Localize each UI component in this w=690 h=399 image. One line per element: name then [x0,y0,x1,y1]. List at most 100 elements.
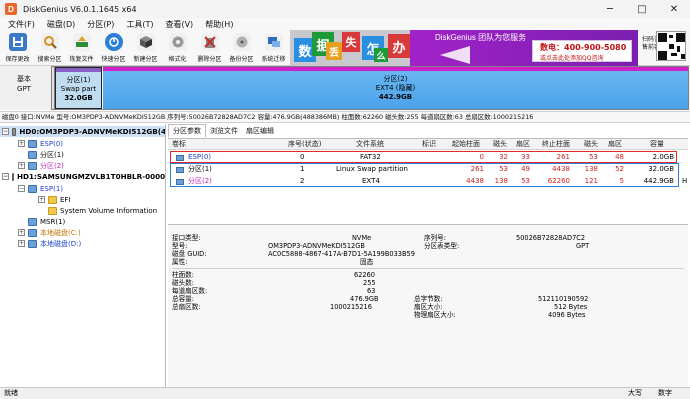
expand-icon[interactable]: + [18,140,25,147]
menu-bar: 文件(F) 磁盘(D) 分区(P) 工具(T) 查看(V) 帮助(H) [0,18,690,30]
quick-partition-button[interactable]: 快速分区 [98,31,129,65]
guid-value: AC0C5888-4867-417A-B7D1-5A199B033B59 [268,250,415,258]
menu-disk[interactable]: 磁盘(D) [47,19,75,30]
delete-partition-button[interactable]: 删除分区 [194,31,225,65]
model-value: OM3PDP3-ADNVMeKDI512GB [268,242,365,250]
partition-table: 卷标 序号(状态) 文件系统 标识 起始柱面 磁头 扇区 终止柱面 磁头 扇区 … [168,138,688,222]
tab-browse-files[interactable]: 浏览文件 [206,125,242,137]
tree-drive-d[interactable]: + 本地磁盘(D:) [18,238,81,249]
col-start-cyl[interactable]: 起始柱面 [452,139,480,150]
menu-file[interactable]: 文件(F) [8,19,35,30]
expand-icon[interactable]: + [38,196,45,203]
banner-tile: 办 [388,34,410,58]
table-header: 卷标 序号(状态) 文件系统 标识 起始柱面 磁头 扇区 终止柱面 磁头 扇区 … [168,139,688,150]
menu-tools[interactable]: 工具(T) [126,19,153,30]
details-divider [172,268,684,269]
title-bar: D DiskGenius V6.0.1.1645 x64 ─ □ ✕ [0,0,690,18]
folder-icon [48,195,57,204]
collapse-icon[interactable]: − [2,173,9,180]
tree-drive-c-label: 本地磁盘(C:) [40,228,81,237]
delete-icon [200,33,219,51]
col-flag[interactable]: 标识 [422,139,436,150]
menu-help[interactable]: 帮助(H) [205,19,233,30]
backup-partition-button[interactable]: 备份分区 [226,31,257,65]
system-migration-button[interactable]: 系统迁移 [258,31,289,65]
tree-svi-folder[interactable]: System Volume Information [48,205,157,216]
tree-esp1[interactable]: − ESP(1) [18,183,63,194]
ad-banner[interactable]: 数 据 丢 失 怎 么 办 DiskGenius 团队为您服务 数电：400-9… [290,30,638,66]
search-partition-label: 搜索分区 [37,56,62,63]
system-migration-label: 系统迁移 [261,56,286,63]
expand-icon[interactable]: + [18,162,25,169]
total-sectors-value: 1000215216 [330,303,372,311]
new-partition-label: 新建分区 [133,56,158,63]
tree-efi-folder[interactable]: + EFI [38,194,71,205]
save-icon [8,33,27,51]
banner-qq-link[interactable]: 或点击此处添加QQ咨询 [540,53,603,62]
backup-icon [232,33,251,51]
recover-icon [72,33,91,51]
format-button[interactable]: 格式化 [162,31,193,65]
save-changes-label: 保存更改 [5,56,30,63]
search-partition-button[interactable]: 搜索分区 [34,31,65,65]
col-label[interactable]: 卷标 [172,139,186,150]
banner-tile: 失 [342,32,360,52]
swap-name: 分区(1) [66,76,91,84]
collapse-icon[interactable]: − [2,128,9,135]
maximize-button[interactable]: □ [626,0,658,18]
backup-partition-label: 备份分区 [229,56,254,63]
ext4-name: 分区(2) [383,75,408,83]
col-end-sec[interactable]: 扇区 [608,139,622,150]
tree-part1[interactable]: 分区(1) [28,149,64,160]
banner-tile: 么 [374,48,388,62]
menu-view[interactable]: 查看(V) [165,19,193,30]
tree-drive-c[interactable]: + 本地磁盘(C:) [18,227,81,238]
col-start-head[interactable]: 磁头 [493,139,507,150]
partition-icon [28,228,37,237]
cylinders-label: 柱面数: [172,271,195,279]
esp-highlight-box [170,151,677,163]
tree-part2[interactable]: + 分区(2) [18,160,64,171]
folder-icon [48,206,57,215]
tree-msr1[interactable]: MSR(1) [28,216,65,227]
minimize-button[interactable]: ─ [594,0,626,18]
tree-esp0[interactable]: + ESP(0) [18,138,63,149]
ptable-type-label: 分区表类型: [424,242,460,250]
tab-sector-edit[interactable]: 扇区编辑 [242,125,278,137]
partition-icon [28,239,37,248]
sector-size-value: 512 Bytes [554,303,588,311]
col-end-cyl[interactable]: 终止柱面 [542,139,570,150]
tab-partition-params[interactable]: 分区参数 [168,124,206,137]
partition-icon [28,139,37,148]
disk-type-label: 基本 GPT [4,74,44,94]
tree-svi-label: System Volume Information [60,206,158,215]
sectors-per-track-label: 每道扇区数: [172,287,208,295]
col-end-head[interactable]: 磁头 [584,139,598,150]
banner-tile: 丢 [326,42,342,60]
partition-bar: 分区(1) Swap part 32.0GB 分区(2) EXT4 (隐藏) 4… [51,66,689,110]
tree-disk0[interactable]: − HD0:OM3PDP3-ADNVMeKDI512GB(4 [0,126,165,137]
menu-partition[interactable]: 分区(P) [87,19,114,30]
model-label: 型号: [172,242,188,250]
col-fs[interactable]: 文件系统 [356,139,384,150]
expand-icon[interactable]: + [18,229,25,236]
close-button[interactable]: ✕ [658,0,690,18]
heads-value: 255 [363,279,376,287]
new-partition-button[interactable]: 新建分区 [130,31,161,65]
swap-segment[interactable]: 分区(1) Swap part 32.0GB [55,67,102,109]
save-changes-button[interactable]: 保存更改 [2,31,33,65]
col-index[interactable]: 序号(状态) [288,139,321,150]
recover-files-button[interactable]: 恢复文件 [66,31,97,65]
heads-label: 磁头数: [172,279,195,287]
tree-disk1[interactable]: − HD1:SAMSUNGMZVLB1T0HBLR-0000( [0,171,165,182]
disk-details-panel: 接口类型: NVMe 序列号: 50026B72828AD7C2 型号: OM3… [168,224,688,387]
recover-files-label: 恢复文件 [69,56,94,63]
collapse-icon[interactable]: − [18,185,25,192]
col-size[interactable]: 容量 [650,139,664,150]
sector-size-label: 扇区大小: [414,303,443,311]
disk-info-line: 磁盘0 接口:NVMe 型号:OM3PDP3-ADNVMeKDI512GB 序列… [0,111,690,123]
window-title: DiskGenius V6.0.1.1645 x64 [23,4,137,14]
expand-icon[interactable]: + [18,240,25,247]
col-start-sec[interactable]: 扇区 [516,139,530,150]
ext4-segment[interactable]: 分区(2) EXT4 (隐藏) 442.9GB [103,67,688,109]
